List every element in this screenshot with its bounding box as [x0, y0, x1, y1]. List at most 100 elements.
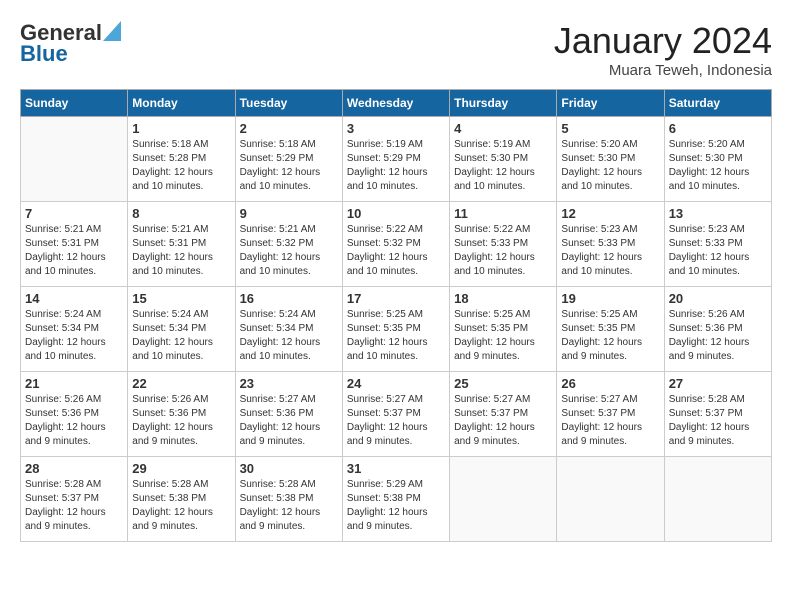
calendar-cell: 1 Sunrise: 5:18 AM Sunset: 5:28 PM Daylig… [128, 117, 235, 202]
day-info: Sunrise: 5:25 AM Sunset: 5:35 PM Dayligh… [347, 308, 445, 364]
day-info: Sunrise: 5:24 AM Sunset: 5:34 PM Dayligh… [240, 308, 338, 364]
day-info: Sunrise: 5:27 AM Sunset: 5:37 PM Dayligh… [561, 393, 659, 449]
logo-blue: Blue [20, 41, 121, 66]
calendar-cell: 22 Sunrise: 5:26 AM Sunset: 5:36 PM Dayli… [128, 372, 235, 457]
day-info: Sunrise: 5:25 AM Sunset: 5:35 PM Dayligh… [454, 308, 552, 364]
logo-triangle-icon [103, 21, 121, 41]
calendar-cell: 8 Sunrise: 5:21 AM Sunset: 5:31 PM Daylig… [128, 202, 235, 287]
calendar-cell [557, 457, 664, 542]
calendar-cell: 31Sunrise: 5:29 AM Sunset: 5:38 PM Dayli… [342, 457, 449, 542]
day-number: 29 [132, 461, 230, 476]
day-number: 27 [669, 376, 767, 391]
day-info: Sunrise: 5:18 AM Sunset: 5:28 PM Dayligh… [132, 138, 230, 194]
day-info: Sunrise: 5:21 AM Sunset: 5:31 PM Dayligh… [25, 223, 123, 279]
calendar-subtitle: Muara Teweh, Indonesia [554, 62, 772, 79]
day-info: Sunrise: 5:20 AM Sunset: 5:30 PM Dayligh… [669, 138, 767, 194]
calendar-cell: 29 Sunrise: 5:28 AM Sunset: 5:38 PM Dayli… [128, 457, 235, 542]
calendar-cell: 30 Sunrise: 5:28 AM Sunset: 5:38 PM Dayli… [235, 457, 342, 542]
calendar-cell: 20 Sunrise: 5:26 AM Sunset: 5:36 PM Dayli… [664, 287, 771, 372]
calendar-cell: 16Sunrise: 5:24 AM Sunset: 5:34 PM Dayli… [235, 287, 342, 372]
day-number: 20 [669, 291, 767, 306]
day-number: 17 [347, 291, 445, 306]
day-info: Sunrise: 5:19 AM Sunset: 5:30 PM Dayligh… [454, 138, 552, 194]
calendar-cell: 12 Sunrise: 5:23 AM Sunset: 5:33 PM Dayli… [557, 202, 664, 287]
day-info: Sunrise: 5:26 AM Sunset: 5:36 PM Dayligh… [669, 308, 767, 364]
day-number: 23 [240, 376, 338, 391]
day-number: 15 [132, 291, 230, 306]
calendar-cell: 7Sunrise: 5:21 AM Sunset: 5:31 PM Daylig… [21, 202, 128, 287]
day-info: Sunrise: 5:28 AM Sunset: 5:38 PM Dayligh… [240, 478, 338, 534]
calendar-cell: 21 Sunrise: 5:26 AM Sunset: 5:36 PM Dayli… [21, 372, 128, 457]
day-info: Sunrise: 5:27 AM Sunset: 5:37 PM Dayligh… [454, 393, 552, 449]
calendar-table: SundayMondayTuesdayWednesdayThursdayFrid… [20, 89, 772, 542]
weekday-header-monday: Monday [128, 90, 235, 117]
week-row-2: 7Sunrise: 5:21 AM Sunset: 5:31 PM Daylig… [21, 202, 772, 287]
weekday-header-row: SundayMondayTuesdayWednesdayThursdayFrid… [21, 90, 772, 117]
calendar-cell: 19Sunrise: 5:25 AM Sunset: 5:35 PM Dayli… [557, 287, 664, 372]
calendar-cell: 9 Sunrise: 5:21 AM Sunset: 5:32 PM Daylig… [235, 202, 342, 287]
week-row-1: 1 Sunrise: 5:18 AM Sunset: 5:28 PM Daylig… [21, 117, 772, 202]
calendar-cell: 11Sunrise: 5:22 AM Sunset: 5:33 PM Dayli… [450, 202, 557, 287]
calendar-title: January 2024 [554, 20, 772, 62]
day-number: 24 [347, 376, 445, 391]
page-header: General Blue January 2024 Muara Teweh, I… [20, 20, 772, 79]
calendar-cell [450, 457, 557, 542]
day-info: Sunrise: 5:19 AM Sunset: 5:29 PM Dayligh… [347, 138, 445, 194]
day-info: Sunrise: 5:24 AM Sunset: 5:34 PM Dayligh… [25, 308, 123, 364]
day-number: 18 [454, 291, 552, 306]
calendar-cell: 2 Sunrise: 5:18 AM Sunset: 5:29 PM Daylig… [235, 117, 342, 202]
day-number: 10 [347, 206, 445, 221]
calendar-cell: 10 Sunrise: 5:22 AM Sunset: 5:32 PM Dayli… [342, 202, 449, 287]
calendar-cell: 28Sunrise: 5:28 AM Sunset: 5:37 PM Dayli… [21, 457, 128, 542]
day-info: Sunrise: 5:26 AM Sunset: 5:36 PM Dayligh… [25, 393, 123, 449]
day-number: 14 [25, 291, 123, 306]
day-number: 12 [561, 206, 659, 221]
logo: General Blue [20, 20, 121, 67]
weekday-header-thursday: Thursday [450, 90, 557, 117]
title-block: January 2024 Muara Teweh, Indonesia [554, 20, 772, 79]
calendar-cell: 24 Sunrise: 5:27 AM Sunset: 5:37 PM Dayli… [342, 372, 449, 457]
day-info: Sunrise: 5:21 AM Sunset: 5:32 PM Dayligh… [240, 223, 338, 279]
day-number: 21 [25, 376, 123, 391]
day-info: Sunrise: 5:29 AM Sunset: 5:38 PM Dayligh… [347, 478, 445, 534]
weekday-header-tuesday: Tuesday [235, 90, 342, 117]
day-info: Sunrise: 5:20 AM Sunset: 5:30 PM Dayligh… [561, 138, 659, 194]
day-info: Sunrise: 5:22 AM Sunset: 5:32 PM Dayligh… [347, 223, 445, 279]
weekday-header-sunday: Sunday [21, 90, 128, 117]
day-number: 1 [132, 121, 230, 136]
day-info: Sunrise: 5:28 AM Sunset: 5:37 PM Dayligh… [25, 478, 123, 534]
calendar-cell: 14 Sunrise: 5:24 AM Sunset: 5:34 PM Dayli… [21, 287, 128, 372]
calendar-cell: 4 Sunrise: 5:19 AM Sunset: 5:30 PM Daylig… [450, 117, 557, 202]
week-row-5: 28Sunrise: 5:28 AM Sunset: 5:37 PM Dayli… [21, 457, 772, 542]
day-info: Sunrise: 5:27 AM Sunset: 5:37 PM Dayligh… [347, 393, 445, 449]
week-row-3: 14 Sunrise: 5:24 AM Sunset: 5:34 PM Dayli… [21, 287, 772, 372]
day-info: Sunrise: 5:26 AM Sunset: 5:36 PM Dayligh… [132, 393, 230, 449]
day-info: Sunrise: 5:28 AM Sunset: 5:38 PM Dayligh… [132, 478, 230, 534]
day-info: Sunrise: 5:23 AM Sunset: 5:33 PM Dayligh… [561, 223, 659, 279]
calendar-cell: 15 Sunrise: 5:24 AM Sunset: 5:34 PM Dayli… [128, 287, 235, 372]
calendar-cell [664, 457, 771, 542]
day-number: 25 [454, 376, 552, 391]
weekday-header-friday: Friday [557, 90, 664, 117]
day-number: 8 [132, 206, 230, 221]
calendar-cell: 13Sunrise: 5:23 AM Sunset: 5:33 PM Dayli… [664, 202, 771, 287]
day-number: 6 [669, 121, 767, 136]
day-info: Sunrise: 5:22 AM Sunset: 5:33 PM Dayligh… [454, 223, 552, 279]
day-number: 3 [347, 121, 445, 136]
day-number: 9 [240, 206, 338, 221]
day-number: 26 [561, 376, 659, 391]
calendar-cell: 23 Sunrise: 5:27 AM Sunset: 5:36 PM Dayli… [235, 372, 342, 457]
day-info: Sunrise: 5:24 AM Sunset: 5:34 PM Dayligh… [132, 308, 230, 364]
calendar-cell: 27 Sunrise: 5:28 AM Sunset: 5:37 PM Dayli… [664, 372, 771, 457]
day-number: 5 [561, 121, 659, 136]
day-number: 22 [132, 376, 230, 391]
day-info: Sunrise: 5:21 AM Sunset: 5:31 PM Dayligh… [132, 223, 230, 279]
day-number: 4 [454, 121, 552, 136]
day-info: Sunrise: 5:23 AM Sunset: 5:33 PM Dayligh… [669, 223, 767, 279]
day-info: Sunrise: 5:27 AM Sunset: 5:36 PM Dayligh… [240, 393, 338, 449]
day-number: 30 [240, 461, 338, 476]
day-number: 2 [240, 121, 338, 136]
day-info: Sunrise: 5:28 AM Sunset: 5:37 PM Dayligh… [669, 393, 767, 449]
weekday-header-wednesday: Wednesday [342, 90, 449, 117]
day-info: Sunrise: 5:18 AM Sunset: 5:29 PM Dayligh… [240, 138, 338, 194]
